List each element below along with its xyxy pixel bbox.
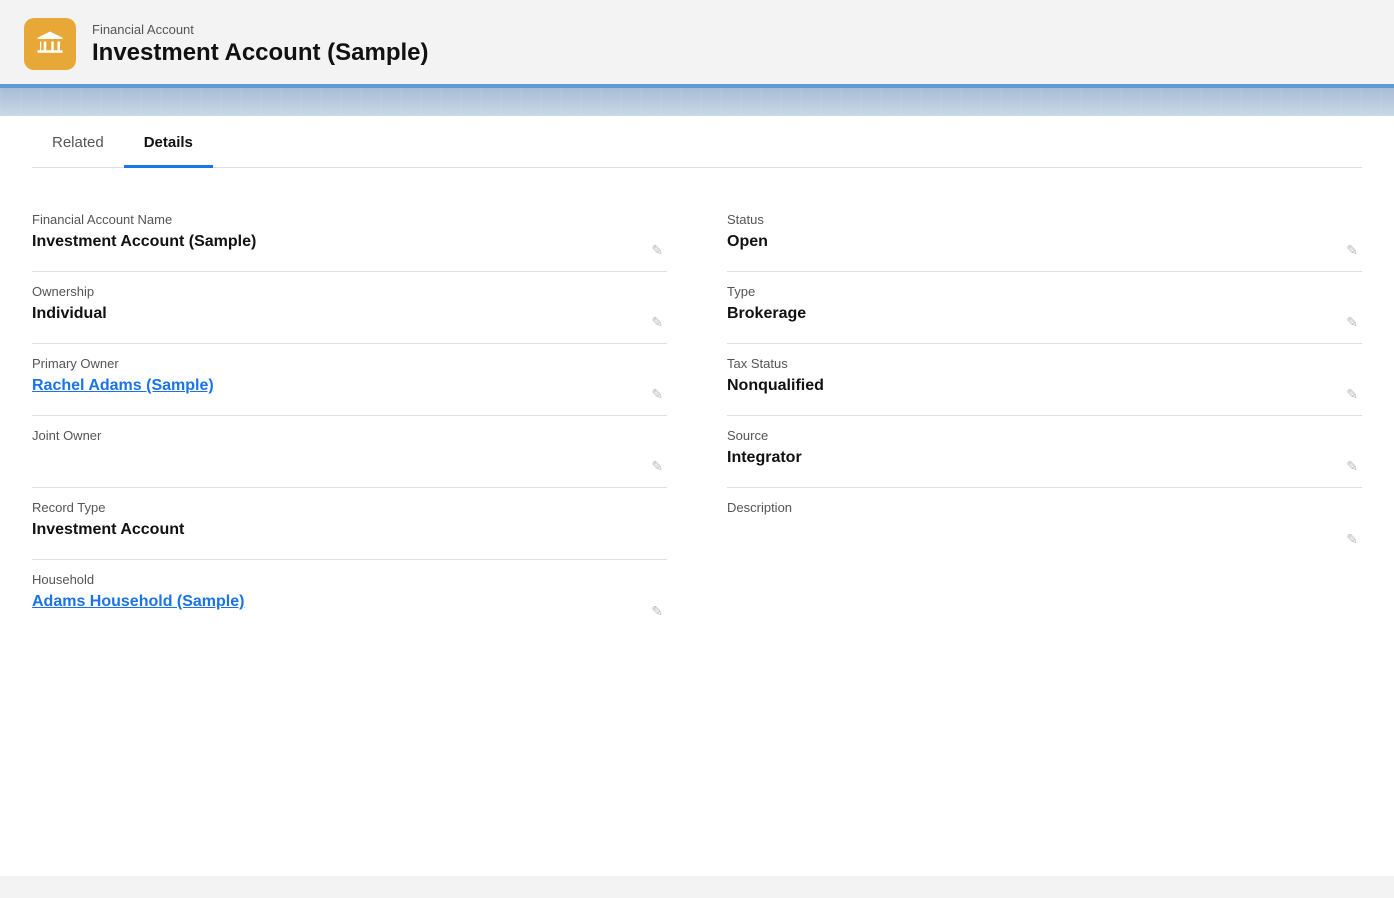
field-type: Type Brokerage ✎ <box>727 272 1362 344</box>
field-record-type: Record Type Investment Account <box>32 488 667 560</box>
value-record-type: Investment Account <box>32 521 667 539</box>
value-status: Open <box>727 233 1362 251</box>
label-financial-account-name: Financial Account Name <box>32 212 667 227</box>
left-field-group: Financial Account Name Investment Accoun… <box>32 200 667 632</box>
value-type: Brokerage <box>727 305 1362 323</box>
fields-container: Financial Account Name Investment Accoun… <box>32 200 1362 632</box>
label-ownership: Ownership <box>32 284 667 299</box>
header-text-block: Financial Account Investment Account (Sa… <box>92 22 429 67</box>
field-ownership: Ownership Individual ✎ <box>32 272 667 344</box>
main-content: Related Details Financial Account Name I… <box>0 116 1394 876</box>
label-tax-status: Tax Status <box>727 356 1362 371</box>
edit-icon-status[interactable]: ✎ <box>1346 242 1358 259</box>
value-tax-status: Nonqualified <box>727 377 1362 395</box>
edit-icon-household[interactable]: ✎ <box>651 603 663 620</box>
edit-icon-joint-owner[interactable]: ✎ <box>651 458 663 475</box>
label-primary-owner: Primary Owner <box>32 356 667 371</box>
label-joint-owner: Joint Owner <box>32 428 667 443</box>
field-status: Status Open ✎ <box>727 200 1362 272</box>
label-source: Source <box>727 428 1362 443</box>
tab-related[interactable]: Related <box>32 116 124 168</box>
account-type-icon <box>24 18 76 70</box>
edit-icon-financial-account-name[interactable]: ✎ <box>651 242 663 259</box>
edit-icon-ownership[interactable]: ✎ <box>651 314 663 331</box>
value-household[interactable]: Adams Household (Sample) <box>32 593 667 611</box>
value-ownership: Individual <box>32 305 667 323</box>
edit-icon-tax-status[interactable]: ✎ <box>1346 386 1358 403</box>
value-source: Integrator <box>727 449 1362 467</box>
edit-icon-source[interactable]: ✎ <box>1346 458 1358 475</box>
value-joint-owner <box>32 449 667 473</box>
field-financial-account-name: Financial Account Name Investment Accoun… <box>32 200 667 272</box>
edit-icon-primary-owner[interactable]: ✎ <box>651 386 663 403</box>
value-financial-account-name: Investment Account (Sample) <box>32 233 667 251</box>
value-description <box>727 521 1362 545</box>
label-type: Type <box>727 284 1362 299</box>
edit-icon-description[interactable]: ✎ <box>1346 531 1358 548</box>
tabs-bar: Related Details <box>32 116 1362 168</box>
header-subtitle: Financial Account <box>92 22 429 37</box>
label-description: Description <box>727 500 1362 515</box>
value-primary-owner[interactable]: Rachel Adams (Sample) <box>32 377 667 395</box>
label-household: Household <box>32 572 667 587</box>
label-record-type: Record Type <box>32 500 667 515</box>
label-status: Status <box>727 212 1362 227</box>
right-field-group: Status Open ✎ Type Brokerage ✎ Tax Statu… <box>727 200 1362 632</box>
field-description: Description ✎ <box>727 488 1362 560</box>
field-primary-owner: Primary Owner Rachel Adams (Sample) ✎ <box>32 344 667 416</box>
header-title: Investment Account (Sample) <box>92 39 429 67</box>
field-source: Source Integrator ✎ <box>727 416 1362 488</box>
page-header: Financial Account Investment Account (Sa… <box>0 0 1394 88</box>
decorative-band <box>0 88 1394 116</box>
edit-icon-type[interactable]: ✎ <box>1346 314 1358 331</box>
tab-details[interactable]: Details <box>124 116 213 168</box>
field-household: Household Adams Household (Sample) ✎ <box>32 560 667 632</box>
field-joint-owner: Joint Owner ✎ <box>32 416 667 488</box>
field-tax-status: Tax Status Nonqualified ✎ <box>727 344 1362 416</box>
